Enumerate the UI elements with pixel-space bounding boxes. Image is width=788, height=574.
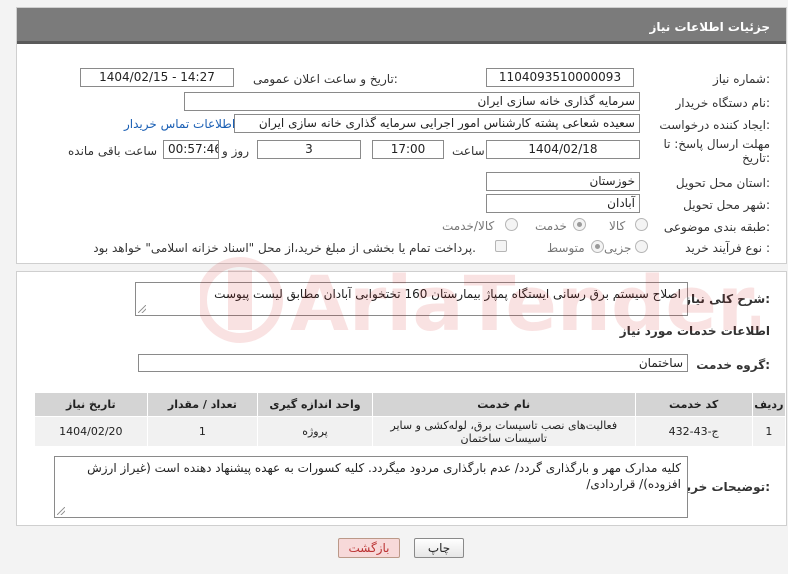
service-group-label: گروه خدمت: — [696, 358, 770, 372]
deadline-time-field: 17:00 — [372, 140, 444, 159]
col-unit: واحد اندازه گیری — [257, 392, 373, 417]
city-field: آبادان — [486, 194, 640, 213]
cell-service-name: فعالیت‌های نصب تاسیسات برق، لوله‌کشی و س… — [371, 416, 636, 447]
col-service-name: نام خدمت — [371, 392, 636, 417]
table-row: 1 ج-43-432 فعالیت‌های نصب تاسیسات برق، ل… — [34, 416, 787, 447]
cell-quantity: 1 — [146, 416, 259, 447]
buyer-org-label: نام دستگاه خریدار: — [675, 96, 771, 110]
category-radio-goods-service[interactable] — [505, 218, 518, 231]
summary-textarea[interactable]: اصلاح سیستم برق رسانی ایستگاه پمپاژ بیما… — [135, 282, 688, 316]
category-radio-goods[interactable] — [635, 218, 648, 231]
print-button[interactable]: چاپ — [414, 538, 464, 558]
need-number-label: شماره نیاز: — [712, 72, 770, 86]
col-row: ردیف — [751, 392, 787, 417]
process-radio-minor[interactable] — [635, 240, 648, 253]
cell-need-date: 1404/02/20 — [34, 416, 148, 447]
col-service-code: کد خدمت — [634, 392, 753, 417]
buyer-notes-text: کلیه مدارک مهر و بارگذاری گردد/ عدم بارگ… — [87, 461, 681, 491]
resize-grip-icon[interactable] — [57, 507, 65, 515]
process-radio-medium[interactable] — [591, 240, 604, 253]
creator-field: سعیده شعاعی پشته کارشناس امور اجرایی سرم… — [234, 114, 640, 133]
category-option-goods-service: کالا/خدمت — [442, 219, 495, 233]
announce-datetime-field: 1404/02/15 - 14:27 — [80, 68, 234, 87]
need-services-panel: شرح کلی نیاز: اصلاح سیستم برق رسانی ایست… — [16, 271, 787, 526]
process-option-medium: متوسط — [547, 241, 585, 255]
treasury-bonds-checkbox[interactable] — [495, 240, 507, 252]
remaining-time-field: 00:57:46 — [163, 140, 219, 159]
panel-header: جزئیات اطلاعات نیاز — [17, 8, 786, 44]
cell-service-code: ج-43-432 — [634, 416, 753, 447]
category-option-service: خدمت — [535, 219, 567, 233]
province-label: استان محل تحویل: — [675, 176, 770, 190]
process-option-minor: جزیی — [604, 241, 632, 255]
back-button[interactable]: بازگشت — [338, 538, 400, 558]
need-number-field: 1104093510000093 — [486, 68, 634, 87]
col-quantity: تعداد / مقدار — [146, 392, 259, 417]
cell-row: 1 — [751, 416, 787, 447]
buyer-notes-textarea[interactable]: کلیه مدارک مهر و بارگذاری گردد/ عدم بارگ… — [54, 456, 688, 518]
buyer-org-field: سرمایه گذاری خانه سازی ایران — [184, 92, 640, 111]
remaining-days-field: 3 — [257, 140, 361, 159]
service-group-field: ساختمان — [138, 354, 688, 372]
page-title: جزئیات اطلاعات نیاز — [649, 20, 770, 34]
summary-text: اصلاح سیستم برق رسانی ایستگاه پمپاژ بیما… — [214, 287, 681, 301]
province-field: خوزستان — [486, 172, 640, 191]
buyer-contact-link[interactable]: اطلاعات تماس خریدار — [124, 117, 235, 131]
deadline-time-label: ساعت — [452, 144, 485, 158]
resize-grip-icon[interactable] — [138, 305, 146, 313]
category-label: طبقه بندی موضوعی: — [663, 220, 770, 234]
deadline-date-field: 1404/02/18 — [486, 140, 640, 159]
cell-unit: پروژه — [257, 416, 373, 447]
deadline-label: مهلت ارسال پاسخ: تا — [663, 137, 770, 151]
category-option-goods: کالا — [609, 219, 626, 233]
summary-label: شرح کلی نیاز: — [684, 292, 770, 306]
announce-datetime-label: تاریخ و ساعت اعلان عمومی: — [253, 72, 398, 86]
category-radio-service[interactable] — [573, 218, 586, 231]
services-title: اطلاعات خدمات مورد نیاز — [619, 324, 770, 338]
payment-note: پرداخت تمام یا بخشی از مبلغ خرید،از محل … — [93, 241, 476, 255]
col-need-date: تاریخ نیاز — [34, 392, 148, 417]
days-label: روز و — [222, 144, 249, 158]
services-table: ردیف کد خدمت نام خدمت واحد اندازه گیری ت… — [34, 392, 787, 447]
city-label: شهر محل تحویل: — [683, 198, 770, 212]
process-label: نوع فرآیند خرید : — [685, 241, 770, 255]
remaining-label: ساعت باقی مانده — [68, 144, 158, 158]
creator-label: ایجاد کننده درخواست: — [659, 118, 770, 132]
deadline-label-date: تاریخ: — [742, 151, 770, 165]
need-details-panel: جزئیات اطلاعات نیاز شماره نیاز: 11040935… — [16, 7, 787, 264]
